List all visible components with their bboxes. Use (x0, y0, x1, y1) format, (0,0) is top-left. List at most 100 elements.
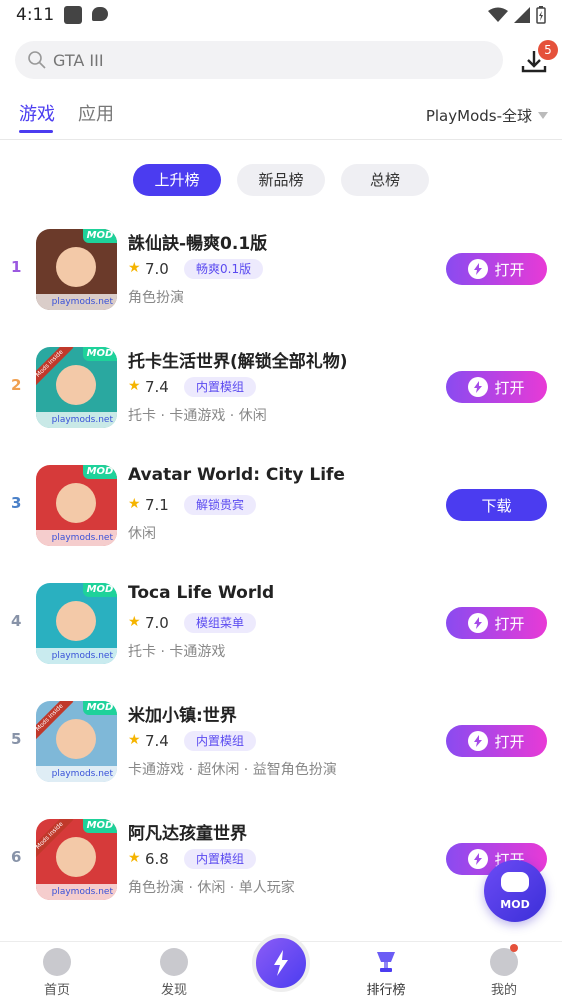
notification-icon (64, 6, 82, 24)
chat-notification-icon (92, 7, 108, 21)
rank-number: 5 (11, 730, 22, 748)
app-artwork-face (56, 837, 96, 877)
profile-icon (490, 948, 518, 976)
app-title[interactable]: Toca Life World (128, 583, 274, 603)
download-button[interactable]: 下载 (446, 489, 547, 521)
app-row[interactable]: 2 MOD Mods inside playmods.net 托卡生活世界(解锁全部礼物… (0, 328, 562, 446)
app-artwork-face (56, 247, 96, 287)
app-rating: 7.0 (145, 614, 169, 632)
app-rating: 6.8 (145, 850, 169, 868)
mod-tag: 畅爽0.1版 (184, 259, 264, 279)
search-input[interactable] (53, 45, 483, 75)
watermark: playmods.net (36, 884, 117, 900)
battery-icon (536, 6, 546, 24)
app-categories: 托卡 · 卡通游戏 (128, 644, 226, 660)
signal-icon (514, 7, 530, 23)
bolt-icon (468, 849, 489, 869)
status-time: 4:11 (16, 5, 55, 25)
filter-rising[interactable]: 上升榜 (133, 164, 221, 196)
tab-apps[interactable]: 应用 (78, 100, 114, 126)
mod-badge: MOD (83, 583, 117, 597)
app-row[interactable]: 5 MOD Mods inside playmods.net 米加小镇:世界 ★ 7.4 内置… (0, 682, 562, 800)
wifi-icon (488, 7, 508, 22)
open-button[interactable]: 打开 (446, 725, 547, 757)
watermark: playmods.net (36, 766, 117, 782)
rank-number: 6 (11, 848, 22, 866)
nav-profile[interactable]: 我的 (474, 948, 534, 998)
app-artwork-face (56, 483, 96, 523)
nav-discover-label: 发现 (160, 983, 187, 998)
star-icon: ★ (128, 614, 141, 630)
active-tab-indicator (19, 130, 53, 133)
app-categories: 卡通游戏 · 超休闲 · 益智角色扮演 (128, 762, 337, 778)
filter-overall[interactable]: 总榜 (341, 164, 429, 196)
app-title[interactable]: 誅仙訣-暢爽0.1版 (128, 229, 267, 254)
app-rating: 7.1 (145, 496, 169, 514)
ranking-filters: 上升榜 新品榜 总榜 (0, 164, 562, 196)
app-categories: 休闲 (128, 526, 156, 542)
status-bar: 4:11 (0, 0, 562, 32)
app-icon[interactable]: MOD playmods.net (36, 229, 117, 310)
app-icon[interactable]: MOD playmods.net (36, 583, 117, 664)
app-row[interactable]: 6 MOD Mods inside playmods.net 阿凡达孩童世界 ★ 6.8 内置… (0, 800, 562, 918)
open-button[interactable]: 打开 (446, 253, 547, 285)
app-title[interactable]: 米加小镇:世界 (128, 701, 237, 726)
mod-tag: 模组菜单 (184, 613, 257, 633)
nav-center-button[interactable] (252, 934, 310, 992)
search-bar[interactable] (15, 41, 503, 79)
button-label: 打开 (494, 260, 525, 279)
rank-number: 4 (11, 612, 22, 630)
app-row[interactable]: 3 MOD playmods.net Avatar World: City Life ★… (0, 446, 562, 564)
star-icon: ★ (128, 260, 141, 276)
region-label: PlayMods-全球 (425, 107, 532, 125)
nav-rankings[interactable]: 排行榜 (356, 948, 416, 998)
app-icon[interactable]: MOD Mods inside playmods.net (36, 819, 117, 900)
mod-badge: MOD (83, 465, 117, 479)
app-artwork-face (56, 601, 96, 641)
button-label: 下载 (481, 496, 512, 515)
mod-badge: MOD (83, 229, 117, 243)
app-rating: 7.4 (145, 378, 169, 396)
mod-badge: MOD (83, 347, 117, 361)
app-title[interactable]: 阿凡达孩童世界 (128, 819, 247, 844)
app-row[interactable]: 1 MOD playmods.net 誅仙訣-暢爽0.1版 ★ 7.0 畅爽0.1版 角色扮演… (0, 210, 562, 328)
star-icon: ★ (128, 496, 141, 512)
watermark: playmods.net (36, 412, 117, 428)
app-rating: 7.4 (145, 732, 169, 750)
category-tabs: 游戏 应用 PlayMods-全球 (0, 96, 562, 140)
app-categories: 角色扮演 (128, 290, 184, 306)
app-artwork-face (56, 365, 96, 405)
button-label: 打开 (494, 378, 525, 397)
download-count-badge: 5 (538, 40, 558, 60)
app-icon[interactable]: MOD playmods.net (36, 465, 117, 546)
app-title[interactable]: Avatar World: City Life (128, 465, 345, 485)
app-icon[interactable]: MOD Mods inside playmods.net (36, 347, 117, 428)
nav-discover[interactable]: 发现 (144, 948, 204, 998)
bolt-icon (468, 377, 489, 397)
region-selector[interactable]: PlayMods-全球 (426, 105, 548, 126)
notification-dot (510, 944, 518, 952)
rank-number: 2 (11, 376, 22, 394)
nav-profile-label: 我的 (490, 983, 517, 998)
filter-new[interactable]: 新品榜 (237, 164, 325, 196)
app-rating: 7.0 (145, 260, 169, 278)
bottom-navigation: 首页 发现 排行榜 我的 (0, 934, 562, 1003)
mod-floating-button[interactable]: MOD (484, 860, 546, 922)
open-button[interactable]: 打开 (446, 371, 547, 403)
app-title[interactable]: 托卡生活世界(解锁全部礼物) (128, 347, 348, 372)
fab-label: MOD (500, 898, 530, 911)
bolt-icon (468, 259, 489, 279)
bolt-icon (274, 950, 288, 976)
button-label: 打开 (494, 732, 525, 751)
open-button[interactable]: 打开 (446, 607, 547, 639)
bolt-icon (468, 613, 489, 633)
tab-games[interactable]: 游戏 (19, 100, 55, 126)
app-icon[interactable]: MOD Mods inside playmods.net (36, 701, 117, 782)
mod-tag: 解锁贵宾 (184, 495, 257, 515)
app-row[interactable]: 4 MOD playmods.net Toca Life World ★ 7.0 模组菜单托… (0, 564, 562, 682)
watermark: playmods.net (36, 648, 117, 664)
trophy-icon (377, 952, 395, 972)
nav-home[interactable]: 首页 (27, 948, 87, 998)
app-artwork-face (56, 719, 96, 759)
app-categories: 角色扮演 · 休闲 · 单人玩家 (128, 880, 295, 896)
